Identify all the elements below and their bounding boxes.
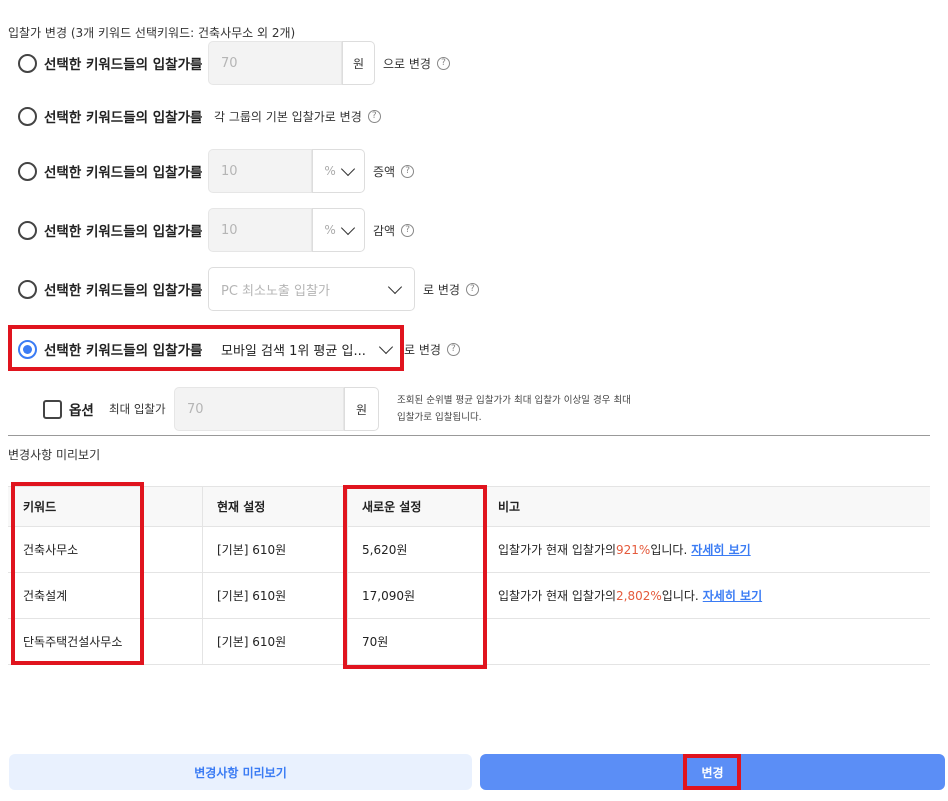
note-cell: 입찰가가 현재 입찰가의 2,802% 입니다. 자세히 보기	[498, 587, 763, 604]
unit-dropdown[interactable]: %	[312, 149, 365, 193]
help-icon[interactable]: ?	[436, 56, 450, 70]
max-bid-note: 조회된 순위별 평균 입찰가가 최대 입찰가 이상일 경우 최대 입찰가로 입찰…	[397, 395, 631, 423]
option-label: 선택한 키워드들의 입찰가를	[44, 165, 203, 181]
option-suffix: 으로 변경	[383, 56, 431, 71]
radio-increase[interactable]	[18, 161, 37, 181]
detail-link[interactable]: 자세히 보기	[691, 541, 750, 558]
option-suffix: 로 변경	[423, 282, 460, 297]
max-bid-label: 최대 입찰가	[109, 402, 166, 416]
current-cell: [기본] 610원	[203, 573, 348, 618]
unit-label: %	[324, 223, 336, 237]
current-cell: [기본] 610원	[203, 527, 348, 572]
radio-group-default[interactable]	[18, 106, 37, 126]
option-pc-min-exposure[interactable]: 선택한 키워드들의 입찰가를 PC 최소노출 입찰가 로 변경 ?	[18, 266, 479, 312]
option-fixed-amount[interactable]: 선택한 키워드들의 입찰가를 70 원 으로 변경 ?	[18, 40, 450, 86]
option-checkbox-label: 옵션	[69, 403, 94, 419]
preview-button[interactable]: 변경사항 미리보기	[9, 754, 472, 790]
detail-link[interactable]: 자세히 보기	[703, 587, 762, 604]
unit-label: %	[324, 164, 336, 178]
max-bid-input[interactable]: 70	[174, 387, 344, 431]
option-label: 선택한 키워드들의 입찰가를	[44, 224, 203, 240]
column-header: 비고	[498, 500, 521, 514]
radio-decrease[interactable]	[18, 220, 37, 240]
divider	[8, 435, 930, 436]
highlight-box	[343, 485, 487, 669]
highlight-box	[8, 325, 404, 371]
section-title: 입찰가 변경 (3개 키워드 선택키워드: 건축사무소 외 2개)	[8, 26, 296, 40]
option-suffix: 각 그룹의 기본 입찰가로 변경	[214, 109, 362, 124]
max-bid-row: 옵션 최대 입찰가 70 원	[43, 386, 379, 432]
chevron-down-icon	[340, 161, 355, 176]
decrease-input[interactable]: 10	[208, 208, 312, 252]
radio-pc-min-exposure[interactable]	[18, 279, 37, 299]
option-increase[interactable]: 선택한 키워드들의 입찰가를 10 % 증액 ?	[18, 148, 415, 194]
help-icon[interactable]: ?	[446, 342, 460, 356]
pc-bid-select[interactable]: PC 최소노출 입찰가	[208, 267, 415, 311]
preview-title: 변경사항 미리보기	[8, 448, 101, 462]
chevron-down-icon	[340, 220, 355, 235]
option-decrease[interactable]: 선택한 키워드들의 입찰가를 10 % 감액 ?	[18, 207, 415, 253]
amount-input[interactable]: 70	[208, 41, 342, 85]
help-icon[interactable]: ?	[367, 109, 381, 123]
help-icon[interactable]: ?	[465, 282, 479, 296]
column-header: 현재 설정	[203, 487, 348, 526]
option-label: 선택한 키워드들의 입찰가를	[44, 57, 203, 73]
option-suffix: 증액	[373, 164, 396, 179]
help-icon[interactable]: ?	[401, 223, 415, 237]
radio-fixed-amount[interactable]	[18, 53, 37, 73]
increase-input[interactable]: 10	[208, 149, 312, 193]
option-suffix: 감액	[373, 223, 396, 238]
note-cell	[484, 619, 930, 664]
highlight-box	[11, 482, 144, 665]
chevron-down-icon	[387, 279, 403, 294]
option-label: 선택한 키워드들의 입찰가를	[44, 283, 203, 299]
help-icon[interactable]: ?	[401, 164, 415, 178]
option-label: 선택한 키워드들의 입찰가를	[44, 110, 203, 126]
unit-dropdown[interactable]: %	[312, 208, 365, 252]
unit-label: 원	[344, 387, 379, 431]
highlight-box	[683, 754, 741, 790]
current-cell: [기본] 610원	[203, 619, 348, 664]
option-checkbox[interactable]	[43, 399, 62, 419]
unit-label: 원	[342, 41, 375, 85]
note-cell: 입찰가가 현재 입찰가의 921% 입니다. 자세히 보기	[498, 541, 751, 558]
option-group-default[interactable]: 선택한 키워드들의 입찰가를 각 그룹의 기본 입찰가로 변경 ?	[18, 93, 381, 139]
option-suffix: 로 변경	[404, 342, 441, 357]
